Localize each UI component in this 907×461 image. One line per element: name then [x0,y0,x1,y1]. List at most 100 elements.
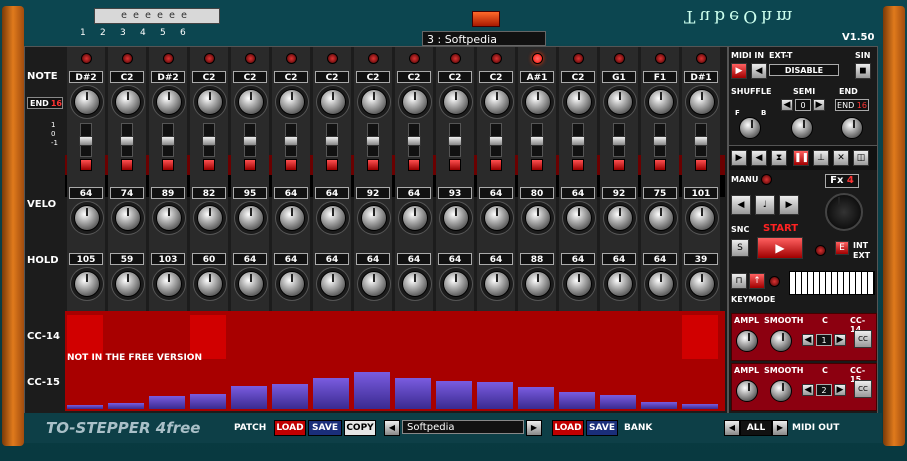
velo-value[interactable]: 64 [561,187,595,199]
hold-knob[interactable] [361,271,387,297]
note-value[interactable]: C2 [479,71,513,83]
midi-out-prev-icon[interactable]: ◀ [724,420,740,436]
hold-value[interactable]: 59 [110,253,144,265]
octave-slider[interactable] [284,123,298,157]
hold-knob[interactable] [115,271,141,297]
trigger-button[interactable] [654,159,666,171]
manu-prev-button[interactable]: ◀ [731,195,751,215]
cc-prev-button[interactable]: ◀ [802,384,814,396]
octave-slider[interactable] [530,123,544,157]
hold-value[interactable]: 64 [233,253,267,265]
trigger-button[interactable] [367,159,379,171]
patch-prev-icon[interactable]: ◀ [384,420,400,436]
hold-knob[interactable] [443,271,469,297]
velo-knob[interactable] [484,205,510,231]
trigger-button[interactable] [326,159,338,171]
fx-box[interactable]: Fx 4 [825,174,859,188]
hold-value[interactable]: 64 [356,253,390,265]
midi-out-next-icon[interactable]: ▶ [772,420,788,436]
cross-icon[interactable]: ✕ [833,150,849,166]
semi-up-button[interactable]: ▶ [813,99,825,111]
bank-number[interactable]: 5 [160,28,166,38]
bank-number[interactable]: 4 [140,28,146,38]
cc-cell[interactable] [434,311,474,411]
keymode-button-2[interactable]: ↑ [749,273,765,289]
velo-value[interactable]: 64 [397,187,431,199]
velo-value[interactable]: 82 [192,187,226,199]
semi-down-button[interactable]: ◀ [781,99,793,111]
hold-value[interactable]: 64 [643,253,677,265]
smooth-knob[interactable] [770,380,792,402]
bank-save-button[interactable]: SAVE [586,420,618,436]
manu-next-button[interactable]: ▶ [779,195,799,215]
note-knob[interactable] [566,89,592,115]
ext-t-prev-button[interactable]: ◀ [751,63,767,79]
bank-number[interactable]: 3 [120,28,126,38]
note-value[interactable]: F1 [643,71,677,83]
cc15-bar[interactable] [518,387,554,409]
midi-in-button[interactable]: ▶ [731,63,747,79]
note-value[interactable]: C2 [561,71,595,83]
cc15-bar[interactable] [395,378,431,409]
hold-knob[interactable] [402,271,428,297]
note-value[interactable]: C2 [233,71,267,83]
end-step-box[interactable]: END 16 [27,97,63,109]
octave-slider[interactable] [571,123,585,157]
octave-slider[interactable] [120,123,134,157]
fx-knob[interactable] [825,193,863,231]
trigger-button[interactable] [449,159,461,171]
velo-knob[interactable] [320,205,346,231]
note-knob[interactable] [607,89,633,115]
velo-knob[interactable] [648,205,674,231]
sync-button[interactable]: S [731,239,749,257]
patch-next-icon[interactable]: ▶ [526,420,542,436]
hold-knob[interactable] [484,271,510,297]
cc-cell[interactable] [393,311,433,411]
velo-value[interactable]: 64 [315,187,349,199]
note-knob[interactable] [648,89,674,115]
note-value[interactable]: D#1 [684,71,718,83]
hold-knob[interactable] [648,271,674,297]
velo-value[interactable]: 64 [69,187,103,199]
cc-cell[interactable] [598,311,638,411]
hold-knob[interactable] [525,271,551,297]
patch-copy-button[interactable]: COPY [344,420,376,436]
hold-value[interactable]: 64 [561,253,595,265]
hold-value[interactable]: 88 [520,253,554,265]
cc-cell[interactable] [270,311,310,411]
cc-cell[interactable] [516,311,556,411]
trigger-button[interactable] [572,159,584,171]
sin-button[interactable]: ◼ [855,63,871,79]
end-value-box[interactable]: END 16 [835,99,869,111]
top-tab-button[interactable] [472,11,500,27]
patch-save-button[interactable]: SAVE [308,420,342,436]
note-value[interactable]: D#2 [69,71,103,83]
cc15-bar[interactable] [231,386,267,409]
cc15-bar[interactable] [641,402,677,409]
note-knob[interactable] [238,89,264,115]
loop-icon[interactable]: ◫ [853,150,869,166]
cc15-bar[interactable] [190,394,226,409]
velo-knob[interactable] [525,205,551,231]
cc15-bar[interactable] [600,395,636,409]
rewind-icon[interactable]: ◀ [751,150,767,166]
velo-knob[interactable] [689,205,715,231]
hold-value[interactable]: 103 [151,253,185,265]
patch-name-field[interactable]: Softpedia [402,420,524,434]
hold-knob[interactable] [279,271,305,297]
cc14-bar[interactable] [682,315,718,359]
velo-value[interactable]: 93 [438,187,472,199]
cc-next-button[interactable]: ▶ [834,384,846,396]
cc15-bar[interactable] [559,392,595,409]
hold-knob[interactable] [607,271,633,297]
cc15-bar[interactable] [682,404,718,409]
octave-slider[interactable] [202,123,216,157]
note-value[interactable]: C2 [438,71,472,83]
hold-value[interactable]: 64 [397,253,431,265]
trigger-button[interactable] [203,159,215,171]
trigger-button[interactable] [613,159,625,171]
start-button[interactable]: ▶ [757,237,803,259]
velo-value[interactable]: 89 [151,187,185,199]
octave-slider[interactable] [79,123,93,157]
velo-value[interactable]: 75 [643,187,677,199]
